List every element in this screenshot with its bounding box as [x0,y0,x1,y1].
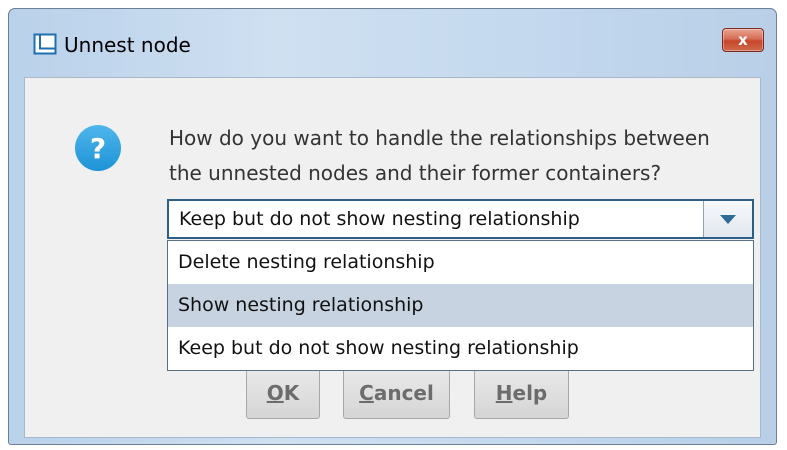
window-title: Unnest node [64,33,191,57]
ok-label-rest: K [283,381,300,405]
help-button[interactable]: Help [474,369,569,419]
close-icon: x [738,31,748,49]
window-icon [33,33,57,55]
help-label-rest: elp [512,381,548,405]
close-button[interactable]: x [722,28,764,52]
cancel-label-rest: ancel [373,381,434,405]
question-icon: ? [75,125,121,171]
help-mnemonic: H [495,381,513,405]
message-line-2: the unnested nodes and their former cont… [169,161,662,185]
question-message: How do you want to handle the relationsh… [169,121,749,191]
option-keep-hidden-nesting[interactable]: Keep but do not show nesting relationshi… [168,327,753,370]
message-line-1: How do you want to handle the relationsh… [169,126,710,150]
option-show-nesting[interactable]: Show nesting relationship [168,284,753,327]
cancel-button[interactable]: Cancel [343,369,450,419]
combo-selected-value: Keep but do not show nesting relationshi… [179,208,580,230]
handling-combobox[interactable]: Keep but do not show nesting relationshi… [167,199,754,239]
dropdown-list: Delete nesting relationship Show nesting… [167,240,754,371]
ok-mnemonic: O [266,381,284,405]
button-row: OK Cancel Help [25,369,760,419]
option-delete-nesting[interactable]: Delete nesting relationship [168,241,753,284]
dialog-window: Unnest node x ? How do you want to handl… [8,8,777,445]
ok-button[interactable]: OK [246,369,320,419]
title-bar[interactable]: Unnest node x [9,9,776,77]
dialog-body: ? How do you want to handle the relation… [24,77,761,438]
cancel-mnemonic: C [359,381,374,405]
chevron-down-icon[interactable] [703,201,752,237]
